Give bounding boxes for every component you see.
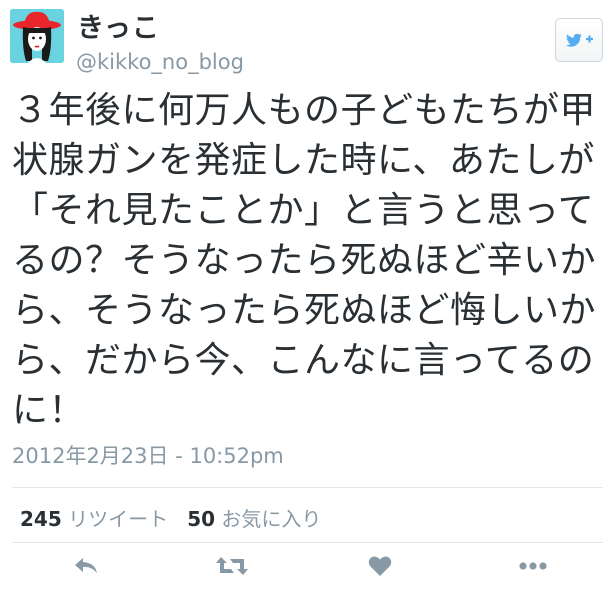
tweet-text: ３年後に何万人もの子どもたちが甲状腺ガンを発症した時に、あたしが「それ見たことか… (12, 90, 597, 431)
tweet-actions (0, 545, 615, 587)
reply-icon (75, 558, 97, 573)
tweet-stats: 245 リツイート 50 お気に入り (20, 503, 321, 532)
twitter-follow-icon (566, 33, 593, 47)
more-icon (519, 562, 547, 570)
favorite-button[interactable] (358, 545, 402, 587)
avatar[interactable] (10, 9, 64, 63)
divider (12, 542, 603, 543)
tweet-timestamp[interactable]: 2012年2月23日 - 10:52pm (12, 440, 284, 470)
retweet-button[interactable] (210, 545, 254, 587)
retweets-label[interactable]: リツイート (68, 507, 168, 531)
retweet-icon (216, 557, 248, 575)
divider (12, 487, 603, 488)
favorite-icon (368, 556, 392, 576)
favorites-count[interactable]: 50 (187, 507, 215, 531)
reply-button[interactable] (64, 545, 108, 587)
retweets-count[interactable]: 245 (20, 507, 62, 531)
favorites-label[interactable]: お気に入り (221, 507, 321, 531)
more-button[interactable] (511, 545, 555, 587)
display-name[interactable]: きっこ (77, 6, 160, 45)
avatar-icon (10, 9, 64, 63)
user-handle[interactable]: @kikko_no_blog (76, 50, 244, 74)
follow-button[interactable] (555, 18, 603, 62)
